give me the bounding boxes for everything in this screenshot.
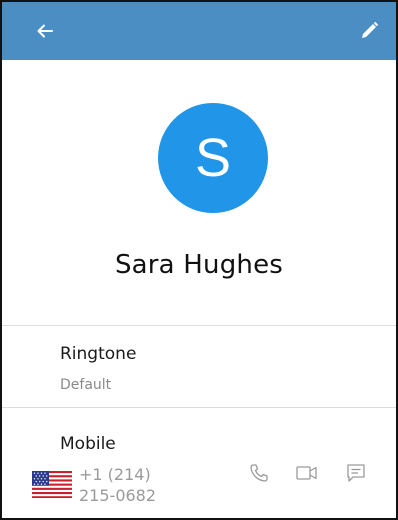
contact-detail-screen: S Sara Hughes Ringtone Default Mobile +1…: [0, 0, 398, 520]
avatar-initial: S: [194, 128, 232, 188]
phone-icon: [250, 464, 268, 482]
phone-number: +1 (214) 215-0682: [79, 464, 156, 506]
phone-label: Mobile: [60, 434, 116, 454]
app-bar: [2, 2, 396, 60]
back-button[interactable]: [28, 14, 62, 48]
message-icon: [347, 464, 365, 482]
contact-name: Sara Hughes: [114, 250, 284, 280]
ringtone-row[interactable]: Ringtone Default: [2, 326, 396, 407]
us-flag-icon: [32, 471, 72, 498]
phone-number-line1: +1 (214): [79, 465, 151, 484]
divider: [2, 407, 396, 408]
message-button[interactable]: [343, 460, 369, 486]
arrow-left-icon: [37, 24, 53, 38]
contact-avatar: S: [158, 103, 268, 213]
pencil-icon: [362, 21, 379, 38]
edit-button[interactable]: [352, 14, 386, 48]
ringtone-value: Default: [60, 377, 112, 393]
call-button[interactable]: [246, 460, 272, 486]
video-call-button[interactable]: [294, 460, 320, 486]
ringtone-title: Ringtone: [60, 344, 137, 364]
video-camera-icon: [296, 466, 317, 480]
phone-number-line2: 215-0682: [79, 486, 157, 505]
